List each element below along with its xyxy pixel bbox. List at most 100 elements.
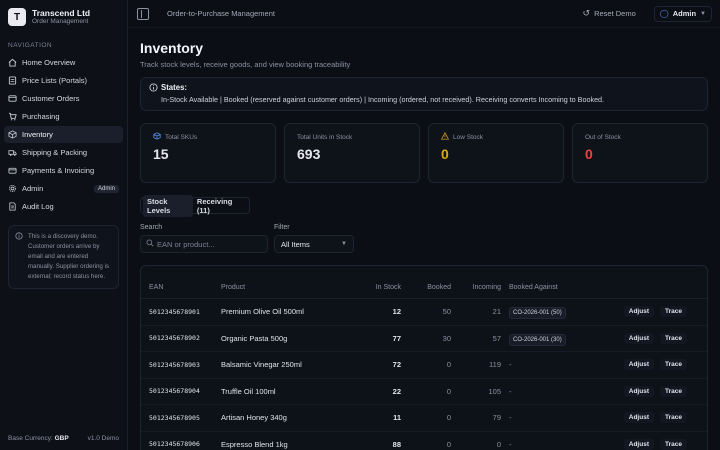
stat-label: Total SKUs [165, 133, 198, 141]
cell-product: Truffle Oil 100ml [221, 386, 276, 396]
adjust-button[interactable]: Adjust [623, 332, 654, 344]
cell-ean: 5012345678902 [149, 334, 200, 343]
cell-product: Espresso Blend 1kg [221, 439, 288, 449]
adjust-button[interactable]: Adjust [623, 438, 654, 450]
cell-incoming: 79 [492, 413, 501, 423]
truck-icon [8, 148, 17, 157]
brand[interactable]: T Transcend Ltd Order Management [0, 0, 127, 34]
card-icon [8, 166, 17, 175]
user-icon: ◯ [659, 9, 669, 18]
cell-product: Balsamic Vinegar 250ml [221, 360, 302, 370]
sidebar-item-admin[interactable]: Admin Admin [4, 180, 123, 197]
info-icon [15, 232, 24, 282]
empty-value: - [509, 360, 512, 370]
sidebar-nav: Home Overview Price Lists (Portals) Cust… [0, 54, 127, 215]
cell-ean: 5012345678905 [149, 413, 200, 422]
adjust-button[interactable]: Adjust [623, 306, 654, 318]
sidebar-item-customer-orders[interactable]: Customer Orders [4, 90, 123, 107]
brand-name: Transcend Ltd [32, 8, 91, 18]
table-row: 5012345678906 Espresso Blend 1kg 88 0 0- Adju… [141, 432, 707, 450]
cell-incoming: 119 [489, 360, 501, 370]
log-icon [8, 202, 17, 211]
cell-ean: 5012345678904 [149, 387, 200, 396]
cart-icon [8, 112, 17, 121]
cell-incoming: 0 [496, 439, 501, 449]
sidebar-item-label: Purchasing [22, 112, 60, 121]
admin-badge: Admin [93, 184, 119, 193]
column-header-in-stock: In Stock [375, 283, 401, 291]
adjust-button[interactable]: Adjust [623, 359, 654, 371]
sidebar-item-label: Home Overview [22, 58, 76, 67]
trace-button[interactable]: Trace [660, 385, 687, 397]
cell-in-stock: 11 [393, 413, 401, 423]
table-row: 5012345678903 Balsamic Vinegar 250ml 72 0 11… [141, 352, 707, 379]
demo-info-text: This is a discovery demo. Customer order… [28, 233, 110, 280]
states-title: States: [161, 83, 187, 92]
tab-receiving[interactable]: Receiving (11) [193, 195, 247, 217]
sidebar-item-label: Customer Orders [22, 94, 80, 103]
topbar: Order-to-Purchase Management ↺ Reset Dem… [128, 0, 720, 28]
home-icon [8, 58, 17, 67]
stat-card-total-skus: Total SKUs 15 [140, 123, 276, 183]
sidebar-item-purchasing[interactable]: Purchasing [4, 108, 123, 125]
stats-row: Total SKUs 15 Total Units in Stock 693 L… [140, 123, 708, 183]
base-currency-value: GBP [54, 435, 69, 442]
empty-value: - [509, 413, 512, 423]
stat-card-out-of-stock: Out of Stock 0 [572, 123, 708, 183]
sidebar-item-home[interactable]: Home Overview [4, 54, 123, 71]
sidebar: T Transcend Ltd Order Management NAVIGAT… [0, 0, 128, 450]
empty-value: - [509, 386, 512, 396]
trace-button[interactable]: Trace [660, 412, 687, 424]
sidebar-item-label: Price Lists (Portals) [22, 76, 88, 85]
sidebar-item-price-lists[interactable]: Price Lists (Portals) [4, 72, 123, 89]
user-menu-label: Admin [672, 9, 697, 18]
trace-button[interactable]: Trace [660, 306, 687, 318]
cell-booked: 0 [446, 360, 451, 370]
trace-button[interactable]: Trace [660, 359, 687, 371]
reset-demo-button[interactable]: ↺ Reset Demo [583, 8, 636, 19]
sidebar-item-inventory[interactable]: Inventory [4, 126, 123, 143]
cell-in-stock: 12 [392, 307, 401, 317]
sidebar-toggle-icon[interactable] [137, 7, 149, 20]
search-input[interactable] [157, 239, 257, 249]
base-currency-label: Base Currency: [8, 435, 53, 442]
cell-incoming: 57 [492, 333, 501, 343]
demo-info-box: This is a discovery demo. Customer order… [8, 225, 119, 289]
brand-logo: T [8, 8, 26, 26]
sidebar-item-shipping[interactable]: Shipping & Packing [4, 144, 123, 161]
column-header-product: Product [221, 283, 246, 291]
sidebar-item-payments[interactable]: Payments & Invoicing [4, 162, 123, 179]
stat-value: 693 [297, 146, 321, 162]
sidebar-footer: Base Currency: GBP v1.0 Demo [8, 435, 119, 442]
filter-label: Filter [274, 224, 290, 231]
cell-booked: 0 [446, 439, 451, 449]
sidebar-item-label: Shipping & Packing [22, 148, 88, 157]
cube-icon [153, 132, 161, 142]
cell-booked-against: - [501, 387, 601, 396]
sidebar-item-audit-log[interactable]: Audit Log [4, 198, 123, 215]
user-menu-button[interactable]: ◯ Admin ▼ [653, 5, 712, 22]
table-body: 5012345678901 Premium Olive Oil 500ml 12 50… [141, 299, 707, 450]
main-content: Inventory Track stock levels, receive go… [140, 28, 708, 450]
gear-icon [8, 184, 17, 193]
trace-button[interactable]: Trace [660, 332, 687, 344]
adjust-button[interactable]: Adjust [623, 385, 654, 397]
adjust-button[interactable]: Adjust [623, 412, 654, 424]
cell-ean: 5012345678901 [149, 307, 200, 316]
filter-select[interactable]: All Items ▼ [274, 235, 354, 253]
stat-label: Low Stock [453, 133, 483, 141]
tab-stock-levels[interactable]: Stock Levels [143, 194, 193, 217]
inventory-tabs: Stock Levels Receiving (11) [140, 194, 250, 217]
cell-booked: 0 [446, 413, 451, 423]
table-row: 5012345678905 Artisan Honey 340g 11 0 79- Adj… [141, 405, 707, 432]
table-row: 5012345678901 Premium Olive Oil 500ml 12 50… [141, 299, 707, 326]
chevron-down-icon: ▼ [700, 10, 706, 17]
cell-booked: 0 [446, 386, 451, 396]
trace-button[interactable]: Trace [660, 438, 687, 450]
cell-booked-against: CO-2026-001 (30) [501, 333, 601, 346]
cell-product: Premium Olive Oil 500ml [221, 307, 304, 317]
brand-subtitle: Order Management [32, 18, 89, 26]
cell-booked: 50 [442, 307, 451, 317]
row-actions: Adjust Trace [623, 412, 707, 424]
search-icon [146, 239, 154, 249]
